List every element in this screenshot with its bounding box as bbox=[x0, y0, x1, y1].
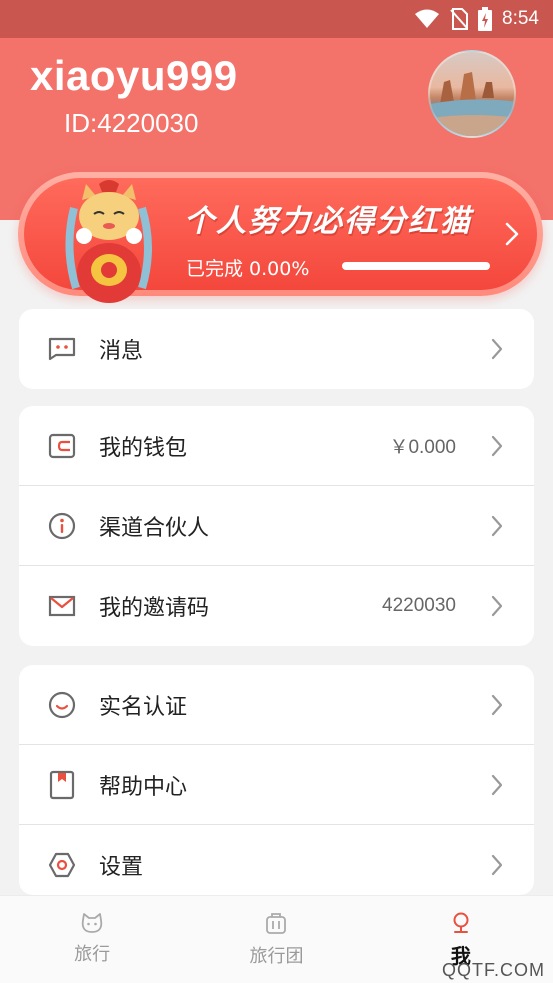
nav-tab-tour-group[interactable]: 旅行团 bbox=[184, 896, 368, 983]
menu-label: 渠道合伙人 bbox=[99, 515, 210, 541]
menu-label: 实名认证 bbox=[99, 694, 188, 720]
info-icon bbox=[47, 511, 77, 541]
lucky-cat-mascot-image bbox=[65, 180, 152, 303]
banner-progress-label: 已完成 0.00% bbox=[186, 258, 310, 280]
banner-progress-bar bbox=[342, 262, 490, 270]
menu-row-wallet[interactable]: 我的钱包 ￥0.000 bbox=[19, 406, 534, 486]
username: xiaoyu999 bbox=[30, 52, 238, 99]
book-icon bbox=[47, 770, 77, 800]
avatar[interactable] bbox=[428, 50, 516, 138]
wifi-icon bbox=[415, 9, 440, 28]
nav-tab-travel[interactable]: 旅行 bbox=[0, 896, 184, 983]
banner-title: 个人努力必得分红猫 bbox=[184, 204, 472, 239]
battery-charging-icon bbox=[478, 7, 493, 31]
profile-icon bbox=[453, 912, 469, 933]
cat-icon bbox=[81, 913, 103, 933]
user-id: ID:4220030 bbox=[64, 108, 199, 138]
menu-label: 设置 bbox=[99, 855, 144, 880]
menu-card-account: 我的钱包 ￥0.000 渠道合伙人 我的邀请码 4220030 bbox=[19, 406, 534, 646]
menu-row-invite-code[interactable]: 我的邀请码 4220030 bbox=[19, 566, 534, 646]
chevron-right-icon bbox=[491, 515, 503, 536]
menu-label: 我的钱包 bbox=[99, 435, 188, 461]
status-bar: 8:54 bbox=[0, 0, 553, 38]
suitcase-icon bbox=[266, 913, 287, 934]
no-sim-icon bbox=[450, 8, 469, 30]
menu-label: 我的邀请码 bbox=[99, 596, 210, 621]
menu-label: 帮助中心 bbox=[99, 774, 188, 800]
menu-row-partner[interactable]: 渠道合伙人 bbox=[19, 486, 534, 566]
nav-label: 旅行 bbox=[74, 944, 111, 965]
menu-row-messages[interactable]: 消息 bbox=[19, 309, 534, 389]
menu-row-settings[interactable]: 设置 bbox=[19, 825, 534, 895]
chevron-right-icon bbox=[491, 595, 503, 617]
wallet-icon bbox=[47, 431, 77, 461]
red-cat-banner[interactable]: 个人努力必得分红猫 已完成 0.00% bbox=[18, 172, 543, 303]
chevron-right-icon bbox=[491, 854, 503, 876]
smile-icon bbox=[47, 690, 77, 720]
avatar-landscape-image bbox=[430, 72, 514, 136]
hexagon-settings-icon bbox=[47, 850, 77, 880]
menu-card-settings: 实名认证 帮助中心 设置 bbox=[19, 665, 534, 895]
menu-card-messages: 消息 bbox=[19, 309, 534, 389]
menu-row-verification[interactable]: 实名认证 bbox=[19, 665, 534, 745]
chevron-right-icon bbox=[505, 222, 519, 246]
nav-label: 旅行团 bbox=[249, 946, 304, 967]
mail-icon bbox=[47, 591, 77, 621]
menu-label: 消息 bbox=[99, 339, 144, 364]
chevron-right-icon bbox=[491, 694, 503, 715]
chevron-right-icon bbox=[491, 338, 503, 360]
chevron-right-icon bbox=[491, 774, 503, 795]
invite-code-value: 4220030 bbox=[382, 595, 456, 616]
menu-row-help-center[interactable]: 帮助中心 bbox=[19, 745, 534, 825]
message-icon bbox=[47, 334, 77, 364]
chevron-right-icon bbox=[491, 435, 503, 456]
watermark: QQTF.COM bbox=[442, 960, 545, 980]
clock: 8:54 bbox=[502, 8, 539, 29]
wallet-balance: ￥0.000 bbox=[389, 437, 456, 458]
